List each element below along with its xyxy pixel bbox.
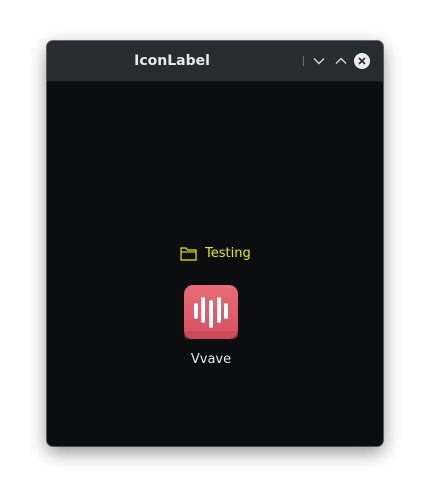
vvave-app-icon[interactable] <box>184 285 238 339</box>
chevron-up-icon <box>335 57 347 64</box>
titlebar[interactable]: IconLabel <box>47 41 383 82</box>
app-label: Vvave <box>190 352 232 367</box>
window-content: Testing Vvave <box>47 82 383 446</box>
maximize-button[interactable] <box>333 53 349 69</box>
folder-label: Testing <box>205 245 251 261</box>
app-window: IconLabel Testing Vvave <box>47 41 383 446</box>
window-title: IconLabel <box>134 53 210 69</box>
close-button[interactable] <box>354 53 370 69</box>
close-icon <box>354 53 370 69</box>
folder-icon <box>180 246 197 261</box>
titlebar-separator <box>303 56 304 66</box>
minimize-button[interactable] <box>311 53 327 69</box>
folder-icon-label[interactable]: Testing <box>180 244 251 262</box>
chevron-down-icon <box>313 58 325 65</box>
